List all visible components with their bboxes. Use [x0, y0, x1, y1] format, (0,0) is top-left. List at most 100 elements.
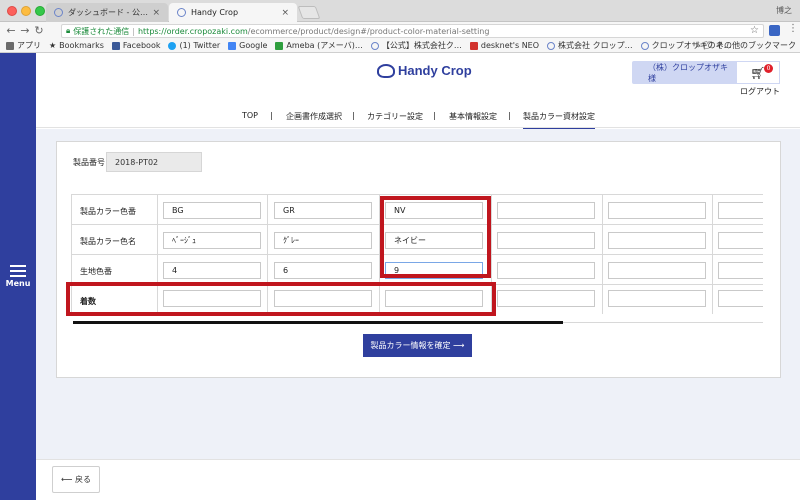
fabric-color-input-6[interactable]: [718, 262, 763, 279]
handy-crop-logo[interactable]: Handy Crop: [377, 63, 472, 78]
bookmark-twitter[interactable]: (1) Twitter: [168, 41, 220, 50]
bookmark-label: Google: [239, 41, 268, 50]
nav-separator: |: [352, 111, 355, 120]
bookmark-label: Facebook: [122, 41, 161, 50]
nav-tab-plan-select[interactable]: 企画書作成選択: [286, 111, 342, 122]
row-label-fabric-color: 生地色番: [80, 267, 112, 276]
horizontal-scrollbar-thumb[interactable]: [73, 321, 563, 324]
google-icon: [228, 41, 237, 50]
tab-label: Handy Crop: [191, 8, 239, 17]
globe-icon: [640, 41, 649, 50]
nav-tab-top[interactable]: TOP: [242, 111, 258, 120]
maximize-window-icon[interactable]: [35, 6, 45, 16]
nav-tab-category[interactable]: カテゴリー設定: [367, 111, 423, 122]
color-code-input-5[interactable]: [608, 202, 706, 219]
ameba-icon: [275, 41, 284, 50]
color-name-input-4[interactable]: [497, 232, 595, 249]
bookmark-crop-company[interactable]: 株式会社 クロップ…: [547, 40, 633, 51]
quantity-input-4[interactable]: [497, 290, 595, 307]
nav-tab-basic-info[interactable]: 基本情報設定: [449, 111, 497, 122]
color-name-input-1[interactable]: ﾍﾞｰｼﾞｭ: [163, 232, 261, 249]
color-name-input-2[interactable]: ｸﾞﾚｰ: [274, 232, 372, 249]
hamburger-icon: [10, 265, 26, 277]
confirm-color-info-button[interactable]: 製品カラー情報を確定 ⟶: [363, 334, 472, 357]
tab-label: ダッシュボード - 公式 | 株式会社: [68, 8, 148, 17]
account-name: （株）クロップオザキ 様: [648, 62, 728, 83]
bookmark-label: 【公式】株式会社ク…: [381, 41, 462, 50]
side-menu-rail: Menu: [0, 53, 36, 500]
nav-separator: |: [508, 111, 511, 120]
handy-crop-favicon-icon: [177, 8, 186, 17]
nav-tab-color-material[interactable]: 製品カラー資材設定: [523, 111, 595, 130]
bookmark-desknets[interactable]: desknet's NEO: [469, 41, 539, 50]
globe-icon: [54, 8, 63, 17]
logout-link[interactable]: ログアウト: [740, 86, 780, 97]
fabric-color-input-1[interactable]: 4: [163, 262, 261, 279]
logo-text: Handy Crop: [398, 63, 472, 78]
hand-logo-icon: [377, 63, 395, 78]
color-code-input-1[interactable]: BG: [163, 202, 261, 219]
apps-grid-icon: [6, 41, 14, 50]
browser-titlebar: ダッシュボード - 公式 | 株式会社 × Handy Crop × 博之: [0, 0, 800, 22]
fabric-color-input-4[interactable]: [497, 262, 595, 279]
bookmark-label: (1) Twitter: [179, 41, 221, 50]
page-footer: [36, 459, 800, 500]
browser-tab-handy-crop[interactable]: Handy Crop ×: [169, 3, 297, 22]
close-tab-icon[interactable]: ×: [152, 8, 160, 18]
color-name-input-6[interactable]: [718, 232, 763, 249]
url-path: /ecommerce/product/design#/product-color…: [247, 26, 490, 36]
quantity-input-6[interactable]: [718, 290, 763, 307]
bookmark-label: 株式会社 クロップ…: [558, 41, 633, 50]
row-label-color-name: 製品カラー色名: [80, 237, 136, 246]
highlight-box-column-3: [380, 196, 491, 278]
globe-icon: [547, 41, 556, 50]
color-name-input-5[interactable]: [608, 232, 706, 249]
color-code-input-2[interactable]: GR: [274, 202, 372, 219]
profile-name[interactable]: 博之: [776, 5, 792, 16]
close-window-icon[interactable]: [7, 6, 17, 16]
nav-separator: |: [433, 111, 436, 120]
bookmark-ameba[interactable]: Ameba (アメーバ)…: [275, 40, 363, 51]
bookmark-official[interactable]: 【公式】株式会社ク…: [370, 40, 462, 51]
cart-button[interactable]: 🛒︎ 0: [736, 61, 780, 84]
row-label-color-code: 製品カラー色番: [80, 207, 136, 216]
bookmark-label: アプリ: [17, 41, 41, 50]
bookmark-facebook[interactable]: Facebook: [111, 41, 161, 50]
back-arrow-icon[interactable]: ←: [4, 24, 18, 37]
horizontal-scrollbar-track[interactable]: [563, 322, 763, 323]
desknets-icon: [469, 41, 478, 50]
browser-tab-dashboard[interactable]: ダッシュボード - 公式 | 株式会社 ×: [46, 3, 168, 22]
highlight-box-quantity-row: [66, 282, 496, 316]
menu-button[interactable]: Menu: [0, 265, 36, 288]
close-tab-icon[interactable]: ×: [281, 8, 289, 18]
url-input[interactable]: 🔒︎ 保護された通信 | https://order.cropozaki.com…: [61, 24, 764, 38]
bookmarks-bar: アプリ ★ Bookmarks Facebook (1) Twitter Goog…: [0, 39, 800, 53]
quantity-input-5[interactable]: [608, 290, 706, 307]
forward-arrow-icon[interactable]: →: [18, 24, 32, 37]
fabric-color-input-5[interactable]: [608, 262, 706, 279]
lock-icon: 🔒︎: [66, 26, 71, 35]
globe-icon: [370, 41, 379, 50]
browser-menu-icon[interactable]: ⋮: [788, 23, 798, 34]
bookmark-apps[interactable]: アプリ: [6, 40, 41, 51]
new-tab-button[interactable]: [297, 6, 321, 19]
fabric-color-input-2[interactable]: 6: [274, 262, 372, 279]
bookmark-star-icon[interactable]: ☆: [750, 25, 759, 36]
url-separator: |: [132, 26, 135, 36]
reload-icon[interactable]: ↻: [32, 24, 46, 37]
account-box: （株）クロップオザキ 様 🛒︎ 0: [632, 61, 780, 84]
address-bar: ← → ↻ 🔒︎ 保護された通信 | https://order.cropoza…: [0, 22, 800, 39]
color-code-input-6[interactable]: [718, 202, 763, 219]
back-button[interactable]: ⟵ 戻る: [52, 466, 100, 493]
product-number-field: 2018-PT02: [106, 152, 202, 172]
other-bookmarks[interactable]: » 📁︎ その他のブックマーク: [696, 40, 796, 51]
minimize-window-icon[interactable]: [21, 6, 31, 16]
bookmark-bookmarks[interactable]: ★ Bookmarks: [49, 41, 104, 50]
twitter-icon: [168, 41, 177, 50]
step-navigation: TOP | 企画書作成選択 | カテゴリー設定 | 基本情報設定 | 製品カラー…: [36, 103, 800, 130]
bookmark-google[interactable]: Google: [228, 41, 267, 50]
color-code-input-4[interactable]: [497, 202, 595, 219]
menu-label: Menu: [5, 279, 31, 288]
cart-count-badge: 0: [764, 64, 773, 73]
extension-icon[interactable]: [769, 25, 780, 36]
